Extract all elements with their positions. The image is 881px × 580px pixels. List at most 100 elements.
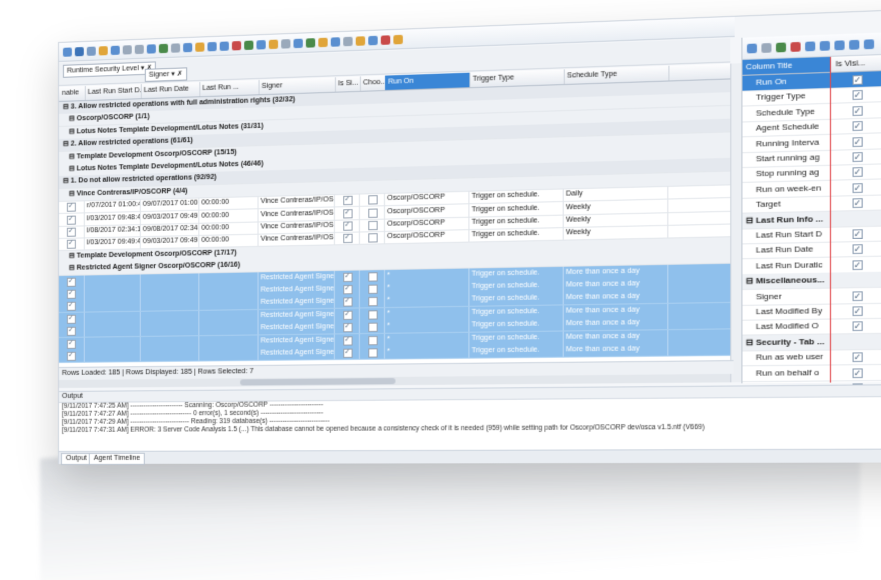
row-checkbox[interactable] (67, 352, 76, 361)
row-checkbox[interactable] (67, 240, 76, 249)
toolbar-button-icon[interactable] (269, 39, 278, 49)
toolbar-button-icon[interactable] (159, 43, 168, 52)
row-checkbox[interactable] (67, 277, 76, 286)
row-checkbox[interactable] (368, 310, 377, 319)
visible-checkbox[interactable] (853, 121, 863, 131)
toolbar-button-icon[interactable] (147, 44, 156, 53)
row-checkbox[interactable] (67, 290, 76, 299)
column-header[interactable]: Choo... (360, 76, 386, 91)
toolbar-button-icon[interactable] (220, 41, 229, 50)
column-header[interactable]: Last Run Date (141, 82, 201, 98)
visible-checkbox[interactable] (853, 90, 863, 100)
group-chip-signer[interactable]: Signer ▾ ✗ (145, 67, 187, 82)
scroll-thumb[interactable] (240, 378, 395, 385)
visible-checkbox[interactable] (853, 306, 863, 316)
panel-toolbar-button-icon[interactable] (849, 39, 859, 49)
visible-checkbox[interactable] (853, 183, 863, 193)
panel-toolbar-button-icon[interactable] (747, 43, 757, 53)
panel-column-header[interactable]: Is Visi... (832, 55, 881, 72)
visible-checkbox[interactable] (853, 75, 863, 85)
panel-toolbar-button-icon[interactable] (776, 42, 786, 52)
row-checkbox[interactable] (343, 285, 352, 294)
toolbar-button-icon[interactable] (183, 42, 192, 51)
column-header[interactable]: Run On (385, 73, 471, 90)
group-chip-security-level[interactable]: Runtime Security Level ▾ ✗ (63, 61, 156, 77)
toolbar-button-icon[interactable] (306, 38, 315, 48)
row-checkbox[interactable] (368, 272, 377, 281)
row-checkbox[interactable] (343, 310, 352, 319)
row-checkbox[interactable] (368, 348, 377, 357)
column-header[interactable]: Last Run Start D... (85, 84, 142, 100)
row-checkbox[interactable] (368, 336, 377, 345)
panel-column-header[interactable]: Column Title (742, 57, 831, 75)
toolbar-button-icon[interactable] (63, 47, 72, 56)
panel-toolbar-button-icon[interactable] (864, 39, 874, 49)
toolbar-button-icon[interactable] (368, 35, 377, 45)
row-checkbox[interactable] (67, 215, 76, 224)
visible-checkbox[interactable] (853, 291, 863, 301)
panel-toolbar-button-icon[interactable] (834, 40, 844, 50)
row-checkbox[interactable] (67, 315, 76, 324)
row-checkbox[interactable] (368, 234, 377, 243)
visible-checkbox[interactable] (853, 368, 863, 378)
visible-checkbox[interactable] (853, 198, 863, 208)
toolbar-button-icon[interactable] (123, 45, 132, 54)
toolbar-button-icon[interactable] (281, 39, 290, 49)
toolbar-button-icon[interactable] (393, 34, 402, 44)
row-checkbox[interactable] (67, 203, 76, 212)
row-checkbox[interactable] (343, 298, 352, 307)
row-checkbox[interactable] (67, 228, 76, 237)
toolbar-button-icon[interactable] (331, 37, 340, 47)
row-checkbox[interactable] (368, 195, 377, 204)
panel-toolbar-button-icon[interactable] (791, 41, 801, 51)
tab-output[interactable]: Output (61, 453, 92, 465)
visible-checkbox[interactable] (853, 168, 863, 178)
visible-checkbox[interactable] (853, 260, 863, 270)
row-checkbox[interactable] (67, 302, 76, 311)
column-header[interactable]: Signer (259, 77, 336, 94)
row-checkbox[interactable] (343, 234, 352, 243)
row-checkbox[interactable] (67, 327, 76, 336)
row-checkbox[interactable] (343, 209, 352, 218)
visible-checkbox[interactable] (853, 152, 863, 162)
row-checkbox[interactable] (368, 323, 377, 332)
visible-checkbox[interactable] (853, 245, 863, 255)
row-checkbox[interactable] (368, 221, 377, 230)
visible-checkbox[interactable] (853, 229, 863, 239)
panel-toolbar-button-icon[interactable] (820, 40, 830, 50)
row-checkbox[interactable] (343, 272, 352, 281)
toolbar-button-icon[interactable] (244, 40, 253, 50)
row-checkbox[interactable] (368, 297, 377, 306)
toolbar-button-icon[interactable] (381, 35, 390, 45)
grid-vertical-scrollbar[interactable] (730, 63, 741, 382)
toolbar-button-icon[interactable] (111, 45, 120, 54)
toolbar-button-icon[interactable] (171, 43, 180, 52)
row-checkbox[interactable] (368, 208, 377, 217)
visible-checkbox[interactable] (853, 322, 863, 332)
toolbar-button-icon[interactable] (135, 44, 144, 53)
toolbar-button-icon[interactable] (343, 36, 352, 46)
row-checkbox[interactable] (343, 336, 352, 345)
toolbar-button-icon[interactable] (256, 40, 265, 50)
column-header[interactable]: Last Run ... (199, 80, 259, 96)
toolbar-button-icon[interactable] (294, 38, 303, 48)
toolbar-button-icon[interactable] (356, 36, 365, 46)
row-checkbox[interactable] (368, 285, 377, 294)
column-header[interactable]: nable (59, 86, 86, 101)
row-checkbox[interactable] (343, 221, 352, 230)
toolbar-button-icon[interactable] (318, 37, 327, 47)
toolbar-button-icon[interactable] (207, 41, 216, 50)
row-checkbox[interactable] (343, 196, 352, 205)
panel-toolbar-button-icon[interactable] (761, 42, 771, 52)
row-checkbox[interactable] (67, 339, 76, 348)
toolbar-button-icon[interactable] (87, 46, 96, 55)
tab-agent-timeline[interactable]: Agent Timeline (89, 453, 145, 465)
column-header[interactable]: Is Si... (335, 76, 361, 91)
panel-column-row[interactable]: Run on behalf o29 (742, 364, 881, 382)
row-checkbox[interactable] (343, 323, 352, 332)
row-checkbox[interactable] (343, 349, 352, 358)
panel-toolbar-button-icon[interactable] (805, 41, 815, 51)
toolbar-button-icon[interactable] (232, 40, 241, 49)
toolbar-button-icon[interactable] (99, 46, 108, 55)
visible-checkbox[interactable] (853, 106, 863, 116)
